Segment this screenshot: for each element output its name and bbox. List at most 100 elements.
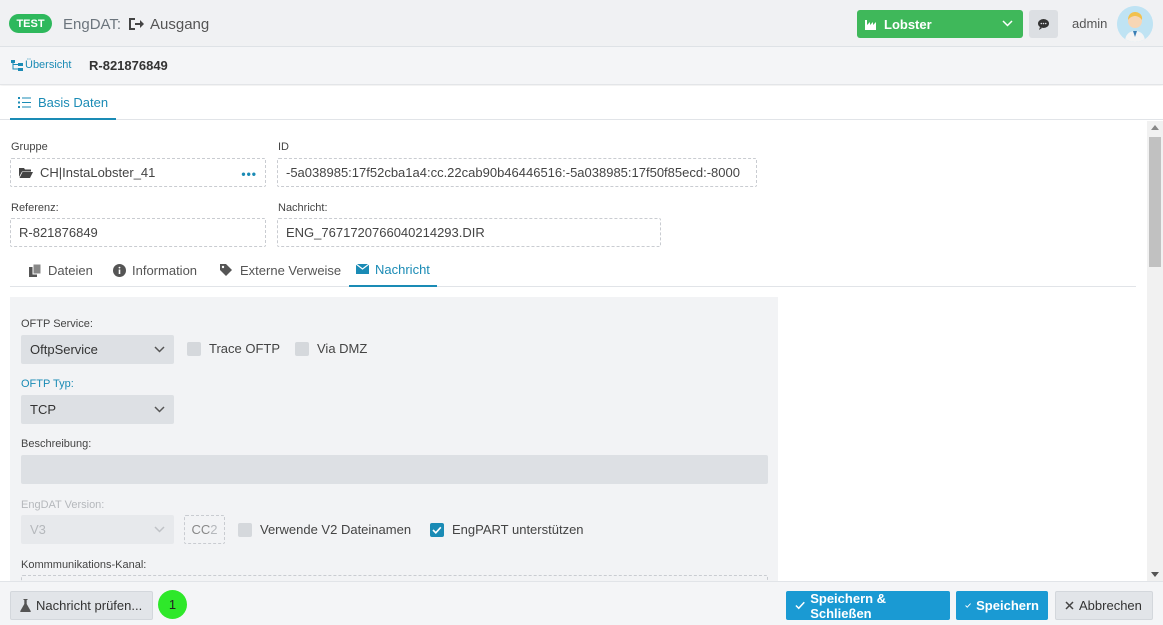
id-value: -5a038985:17f52cba1a4:cc.22cab90b4644651…: [286, 165, 740, 180]
check-icon: [965, 603, 971, 608]
engpart-label: EngPART unterstützen: [452, 522, 584, 537]
via-dmz-checkbox[interactable]: Via DMZ: [295, 341, 367, 356]
gruppe-label: Gruppe: [11, 141, 48, 153]
checkbox-box: [295, 341, 309, 356]
oftp-typ-select[interactable]: TCP: [21, 395, 174, 424]
chevron-down-icon: [154, 346, 165, 353]
nachricht-field[interactable]: ENG_767172076604021429‌3.DIR: [277, 218, 661, 247]
save-label: Speichern: [976, 598, 1039, 613]
tab-label: Dateien: [48, 262, 93, 278]
engdat-version-value: V3: [30, 522, 46, 537]
files-icon: [29, 263, 42, 277]
cancel-button[interactable]: Abbrechen: [1055, 591, 1153, 620]
app-name: EngDAT:: [63, 16, 122, 33]
industry-icon: [865, 20, 876, 30]
vertical-scrollbar[interactable]: [1147, 121, 1163, 581]
trace-oftp-checkbox[interactable]: Trace OFTP: [187, 341, 280, 356]
username[interactable]: admin: [1072, 16, 1107, 31]
top-bar: TEST EngDAT: Ausgang Lobster admin: [0, 0, 1163, 47]
breadcrumb-bar: Übersicht R-821876849: [0, 47, 1163, 85]
info-icon: [113, 263, 126, 277]
chevron-down-icon: [1002, 20, 1013, 27]
close-icon: [1065, 601, 1074, 610]
footer-bar: Nachricht prüfen... 1 Speichern & Schlie…: [0, 581, 1163, 625]
v2-dateinamen-label: Verwende V2 Dateinamen: [260, 522, 412, 537]
oftp-service-value: OftpService: [30, 342, 98, 357]
save-close-label: Speichern & Schließen: [810, 590, 887, 621]
gruppe-field[interactable]: CH|InstaLobster_41 •••: [10, 158, 266, 187]
scroll-thumb[interactable]: [1149, 137, 1161, 267]
flask-icon: [20, 599, 31, 612]
nachricht-label: Nachricht:: [278, 202, 328, 214]
user-avatar-icon: [1117, 6, 1153, 42]
tab-label: Nachricht: [375, 261, 430, 277]
chevron-down-icon: [154, 406, 165, 413]
tenant-label: Lobster: [884, 16, 932, 32]
id-field[interactable]: -5a038985:17f52cba1a4:cc.22cab90b4644651…: [277, 158, 757, 187]
beschreibung-input[interactable]: [21, 455, 768, 484]
environment-badge: TEST: [9, 14, 52, 33]
oftp-typ-label: OFTP Typ:: [21, 378, 74, 390]
tab-label: Information: [132, 262, 198, 278]
referenz-value: R-821876849: [19, 225, 98, 240]
tab-externe-verweise[interactable]: Externe Verweise: [220, 253, 341, 287]
oftp-typ-value: TCP: [30, 402, 56, 417]
chat-button[interactable]: [1029, 10, 1058, 38]
v2-dateinamen-checkbox[interactable]: Verwende V2 Dateinamen: [238, 522, 411, 537]
check-message-label: Nachricht prüfen...: [36, 598, 143, 613]
cancel-label: Abbrechen: [1079, 598, 1142, 613]
check-icon: [795, 601, 805, 610]
content-area: Gruppe CH|InstaLobster_41 ••• ID -5a0389…: [0, 121, 1147, 581]
checkbox-box: [430, 522, 444, 537]
sign-out-icon: [129, 18, 144, 30]
beschreibung-label: Beschreibung:: [21, 438, 92, 450]
nachricht-panel: OFTP Service: OftpService Trace OFTP Via…: [10, 297, 778, 581]
tab-information[interactable]: Information: [113, 253, 197, 287]
tenant-select[interactable]: Lobster: [857, 10, 1023, 38]
kanal-label: Kommmunikations-Kanal:: [21, 559, 147, 571]
notification-counter[interactable]: 1: [158, 590, 187, 619]
tab-nachricht[interactable]: Nachricht: [349, 253, 437, 287]
cc-main: CC: [191, 522, 211, 537]
cc-field: CC 2: [184, 515, 225, 544]
referenz-label: Referenz:: [11, 202, 59, 214]
sub-tabs: Dateien Information Externe Verweise Nac…: [10, 253, 1136, 287]
check-message-button[interactable]: Nachricht prüfen...: [10, 591, 153, 620]
engdat-version-label: EngDAT Version:: [21, 499, 105, 511]
save-close-button[interactable]: Speichern & Schließen: [786, 590, 950, 621]
trace-oftp-label: Trace OFTP: [209, 341, 281, 356]
referenz-field[interactable]: R-821876849: [10, 218, 266, 247]
scroll-down-arrow-icon[interactable]: [1151, 572, 1159, 577]
tab-dateien[interactable]: Dateien: [29, 253, 93, 287]
list-icon: [18, 96, 31, 108]
overview-label: Übersicht: [25, 59, 72, 71]
engpart-checkbox[interactable]: EngPART unterstützen: [430, 522, 584, 537]
sitemap-icon: [11, 59, 23, 71]
checkbox-box: [187, 341, 201, 356]
section-title: Ausgang: [150, 16, 210, 33]
save-button[interactable]: Speichern: [956, 591, 1048, 620]
tags-icon: [220, 264, 232, 276]
oftp-service-label: OFTP Service:: [21, 318, 93, 330]
engdat-version-select[interactable]: V3: [21, 515, 174, 544]
folder-open-icon: [19, 168, 33, 178]
tab-basis-daten[interactable]: Basis Daten: [10, 86, 117, 120]
overview-link[interactable]: Übersicht: [11, 59, 71, 71]
record-title: R-821876849: [89, 58, 168, 73]
chat-icon: [1038, 18, 1049, 30]
user-avatar[interactable]: [1117, 6, 1153, 42]
tab-label: Externe Verweise: [240, 262, 342, 278]
nachricht-value: ENG_767172076604021429‌3.DIR: [286, 225, 485, 240]
cc-sub: 2: [210, 522, 218, 537]
envelope-icon: [356, 264, 369, 274]
main-tabs: Basis Daten: [0, 86, 1163, 120]
chevron-down-icon: [154, 526, 165, 533]
id-label: ID: [278, 141, 289, 153]
scroll-up-arrow-icon[interactable]: [1151, 125, 1159, 130]
tab-label: Basis Daten: [38, 94, 109, 110]
more-icon[interactable]: •••: [241, 167, 257, 181]
gruppe-value: CH|InstaLobster_41: [40, 165, 156, 180]
via-dmz-label: Via DMZ: [317, 341, 368, 356]
checkbox-box: [238, 522, 252, 537]
oftp-service-select[interactable]: OftpService: [21, 335, 174, 364]
